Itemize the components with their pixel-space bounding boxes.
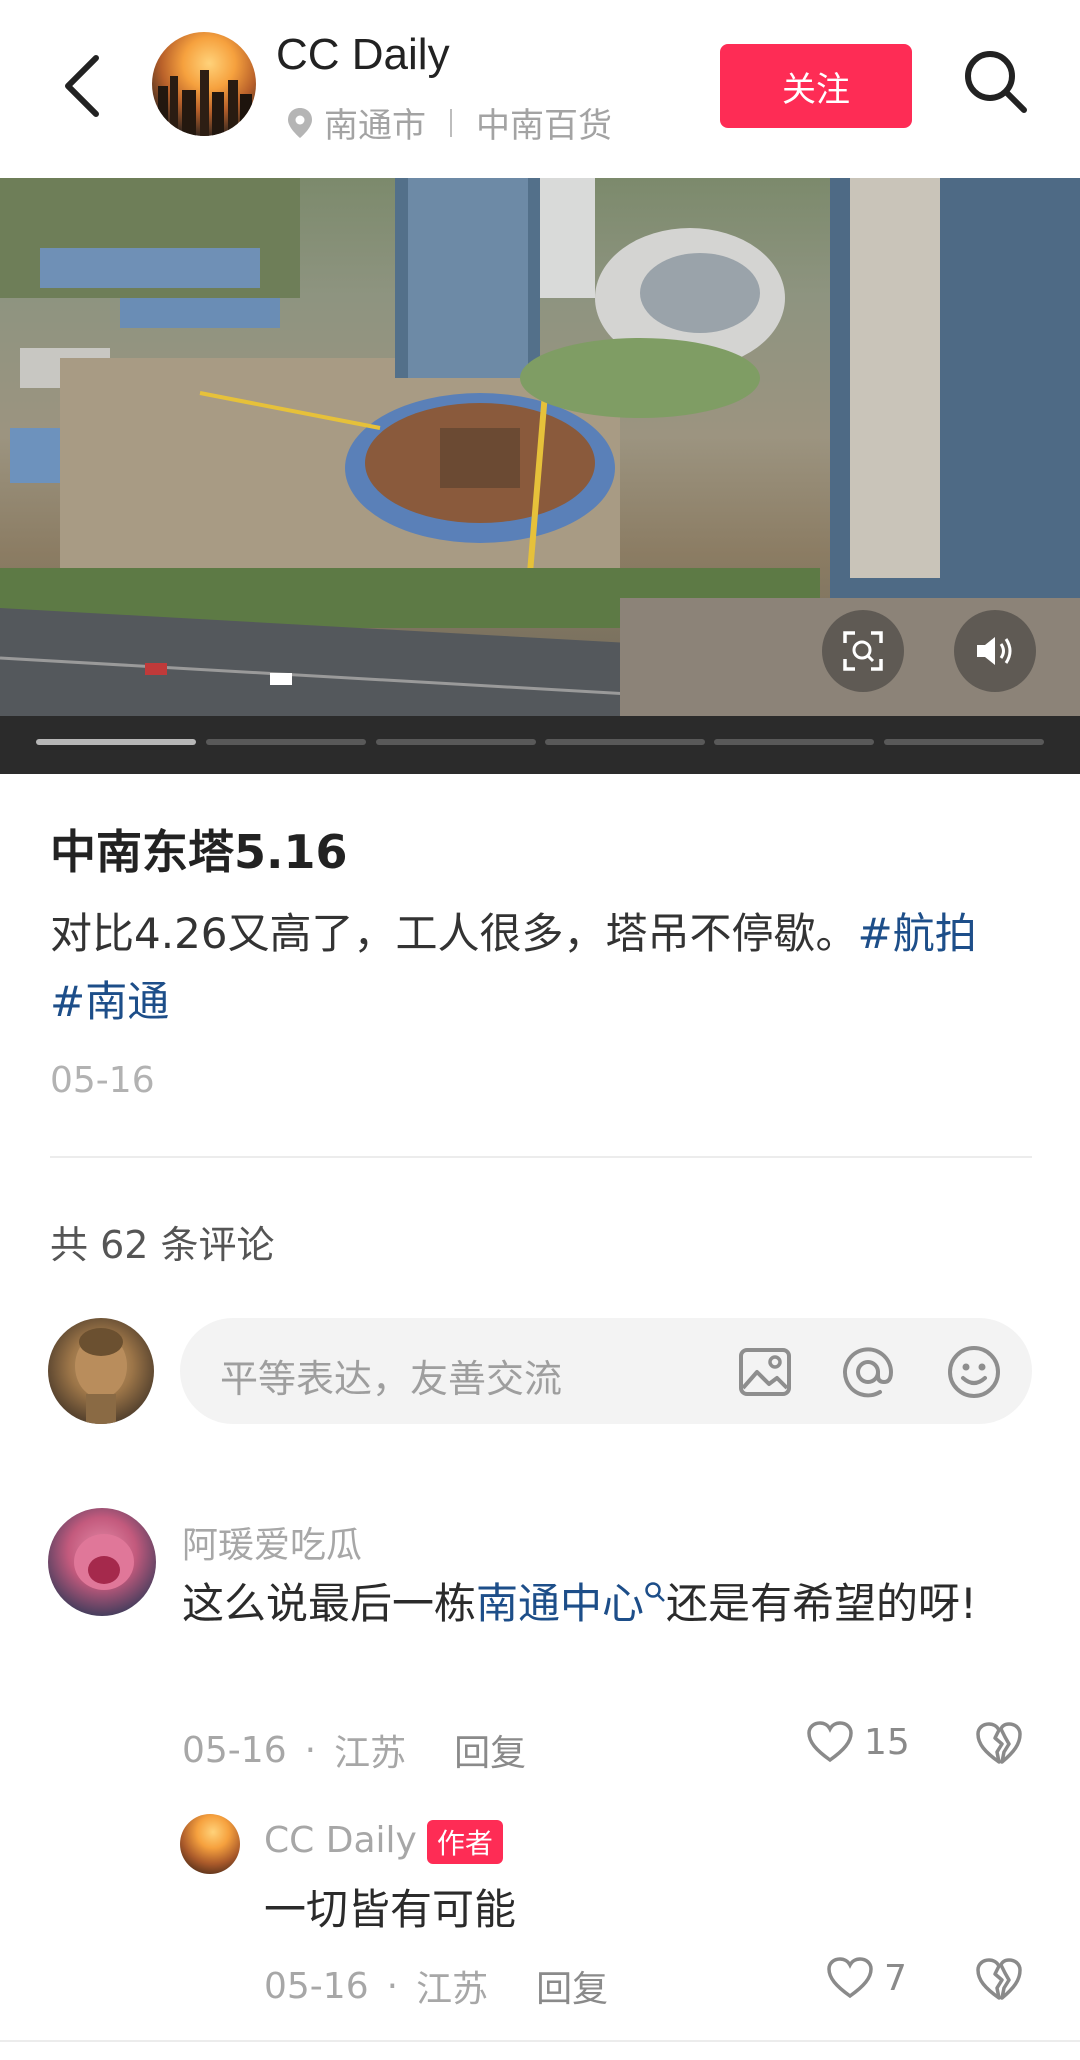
broken-heart-icon (976, 1722, 1022, 1764)
location-city: 南通市 (324, 106, 426, 146)
author-name[interactable]: CC Daily (276, 30, 450, 80)
like-count: 7 (884, 1957, 907, 1999)
divider (50, 1156, 1032, 1158)
author-badge: 作者 (426, 1820, 503, 1864)
top-bar: CC Daily 南通市 中南百货 关注 (0, 0, 1080, 178)
comment-text-part: 这么说最后一栋 (182, 1579, 477, 1628)
reply-author-avatar[interactable] (180, 1814, 240, 1874)
commenter-name[interactable]: 阿瑗爱吃瓜 (182, 1516, 362, 1568)
search-icon (645, 1582, 665, 1602)
reply-meta: 05-16 · 江苏 回复 (264, 1960, 608, 2012)
comment-text: 这么说最后一栋南通中心 还是有希望的呀! (182, 1568, 1012, 1640)
volume-icon (977, 637, 1012, 665)
dislike-button[interactable] (974, 1956, 1024, 2006)
search-icon (965, 51, 1027, 113)
emoji-icon (948, 1346, 1000, 1398)
reply-date: 05-16 (264, 1965, 369, 2007)
my-avatar (48, 1318, 154, 1424)
post-body-text: 对比4.26又高了，工人很多，塔吊不停歇。 (50, 909, 858, 958)
chevron-left-icon (65, 55, 99, 117)
reply-region: 江苏 (416, 1969, 489, 2010)
scan-button[interactable] (822, 610, 904, 692)
comment-meta: 05-16 · 江苏 回复 (182, 1724, 526, 1776)
search-button[interactable] (960, 46, 1030, 116)
back-button[interactable] (52, 46, 112, 126)
location-separator (450, 108, 452, 137)
progress-segment[interactable] (206, 739, 366, 745)
reply-button[interactable]: 回复 (536, 1960, 608, 2012)
commenter-avatar[interactable] (48, 1508, 156, 1616)
image-icon (739, 1348, 791, 1396)
reply-author-name[interactable]: CC Daily 作者 (264, 1820, 503, 1864)
comment-date: 05-16 (182, 1729, 287, 1771)
location-place: 中南百货 (476, 106, 612, 146)
progress-segment[interactable] (376, 739, 536, 745)
mention-button[interactable] (838, 1342, 898, 1402)
at-icon (843, 1347, 894, 1398)
like-button[interactable]: 15 (806, 1720, 910, 1764)
reply-author-name-text: CC Daily (264, 1820, 417, 1861)
search-link[interactable]: 南通中心 (476, 1579, 666, 1628)
post-title: 中南东塔5.16 (50, 825, 348, 879)
hashtag-aerial[interactable]: #航拍 (858, 909, 977, 958)
hashtag-nantong[interactable]: #南通 (50, 977, 169, 1026)
broken-heart-icon (976, 1958, 1022, 2000)
search-link-label: 南通中心 (476, 1579, 645, 1628)
meta-dot: · (304, 1729, 317, 1771)
comment-region: 江苏 (334, 1733, 407, 1774)
location-tag[interactable]: 南通市 中南百货 (286, 98, 612, 147)
location-pin-icon (288, 107, 312, 138)
heart-icon (807, 1721, 853, 1763)
dislike-button[interactable] (974, 1720, 1024, 1770)
follow-button[interactable]: 关注 (720, 44, 912, 128)
scan-icon (843, 631, 883, 671)
like-button[interactable]: 7 (826, 1956, 907, 2000)
image-button[interactable] (735, 1342, 795, 1402)
comment-text-part: 还是有希望的呀! (666, 1579, 977, 1628)
aerial-photo (0, 178, 1080, 716)
meta-dot: · (386, 1965, 399, 2007)
progress-segment[interactable] (884, 739, 1044, 745)
reply-text: 一切皆有可能 (264, 1885, 517, 1934)
post-image[interactable] (0, 178, 1080, 716)
post-body: 对比4.26又高了，工人很多，塔吊不停歇。#航拍 #南通 (50, 900, 1040, 1036)
progress-segment[interactable] (545, 739, 705, 745)
comment-input[interactable]: 平等表达，友善交流 (180, 1318, 1032, 1424)
like-count: 15 (864, 1721, 910, 1763)
volume-button[interactable] (954, 610, 1036, 692)
post-date: 05-16 (50, 1060, 155, 1101)
progress-segment[interactable] (714, 739, 874, 745)
progress-segment[interactable] (36, 739, 196, 745)
emoji-button[interactable] (944, 1342, 1004, 1402)
carousel-progress (0, 716, 1080, 774)
heart-icon (827, 1957, 873, 1999)
bottom-divider (0, 2040, 1080, 2042)
comment-count: 共 62 条评论 (50, 1223, 275, 1267)
comment-input-placeholder: 平等表达，友善交流 (220, 1357, 563, 1401)
author-avatar[interactable] (152, 32, 256, 136)
reply-button[interactable]: 回复 (454, 1724, 526, 1776)
